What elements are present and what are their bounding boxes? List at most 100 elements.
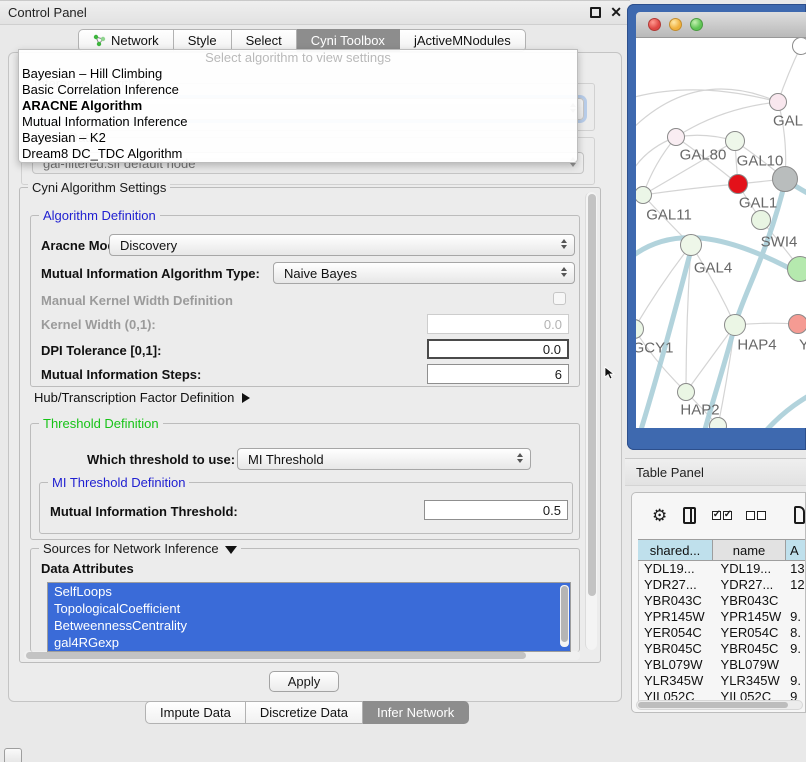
algorithm-option[interactable]: ARACNE Algorithm xyxy=(19,98,577,114)
mi-algorithm-type-combobox[interactable]: Naive Bayes xyxy=(273,262,575,284)
data-attributes-list[interactable]: SelfLoopsTopologicalCoefficientBetweenne… xyxy=(47,582,571,652)
tab-discretize-data[interactable]: Discretize Data xyxy=(246,701,363,724)
close-panel-icon[interactable]: ✕ xyxy=(610,7,622,18)
column-header-shared-name[interactable]: shared... xyxy=(638,540,713,560)
network-window-titlebar[interactable] xyxy=(636,12,806,38)
aracne-mode-combobox[interactable]: Discovery xyxy=(109,234,575,256)
network-view-window: GALGAL80GAL10GAL1GAL11SWI4GAL4GCY1HAP4YH… xyxy=(627,4,806,450)
node-label: SWI4 xyxy=(761,234,798,251)
table-row[interactable]: YDR27...YDR27...12 xyxy=(639,577,806,593)
network-node[interactable] xyxy=(787,256,806,282)
algorithm-option[interactable]: Bayesian – Hill Climbing xyxy=(19,66,577,82)
network-tab-icon xyxy=(93,34,106,47)
network-canvas[interactable]: GALGAL80GAL10GAL1GAL11SWI4GAL4GCY1HAP4YH… xyxy=(636,38,806,428)
collapse-arrow-icon xyxy=(225,546,237,554)
mi-threshold-field[interactable]: 0.5 xyxy=(424,500,568,520)
control-panel-title: Control Panel xyxy=(8,5,87,20)
mi-threshold-definition-group: MI Threshold Definition Mutual Informati… xyxy=(39,482,573,534)
attributes-scrollbar[interactable] xyxy=(560,585,569,647)
table-row[interactable]: YDL19...YDL19...13 xyxy=(639,561,806,577)
table-body[interactable]: YDL19...YDL19...13YDR27...YDR27...12YBR0… xyxy=(638,561,806,701)
network-node-hap2[interactable] xyxy=(677,383,695,401)
hub-transcription-expander[interactable]: Hub/Transcription Factor Definition xyxy=(34,390,250,405)
algorithm-option[interactable]: Bayesian – K2 xyxy=(19,130,577,146)
dpi-tolerance-field[interactable]: 0.0 xyxy=(427,339,569,359)
network-node[interactable] xyxy=(709,417,727,428)
tab-network-label: Network xyxy=(111,33,159,48)
close-window-icon[interactable] xyxy=(648,18,661,31)
mi-steps-field[interactable]: 6 xyxy=(427,364,569,384)
table-panel-window: ⚙ shared... name A YDL19...YDL19...13YDR… xyxy=(631,492,806,713)
table-row[interactable]: YBR043CYBR043C xyxy=(639,593,806,609)
node-label: GAL1 xyxy=(739,195,777,212)
algorithm-dropdown-popup: Select algorithm to view settings Bayesi… xyxy=(18,49,578,163)
table-cell: YBL079W xyxy=(639,657,714,673)
algorithm-option[interactable]: Dream8 DC_TDC Algorithm xyxy=(19,146,577,162)
minimize-window-icon[interactable] xyxy=(669,18,682,31)
document-icon[interactable] xyxy=(794,506,805,524)
manual-kernel-width-checkbox[interactable] xyxy=(553,292,566,305)
column-header-partial[interactable]: A xyxy=(786,540,806,560)
table-toolbar: ⚙ xyxy=(632,501,805,529)
network-node-gal10[interactable] xyxy=(725,131,745,151)
table-cell: YBR045C xyxy=(714,641,787,657)
tab-infer-network[interactable]: Infer Network xyxy=(363,701,469,724)
select-all-columns-icon[interactable] xyxy=(712,511,732,520)
attribute-item[interactable]: gal4RGexp xyxy=(48,634,570,651)
table-cell: YPR145W xyxy=(714,609,787,625)
control-panel-titlebar: Control Panel ✕ xyxy=(0,1,630,25)
settings-horizontal-scrollbar[interactable] xyxy=(24,651,580,660)
table-row[interactable]: YPR145WYPR145W9. xyxy=(639,609,806,625)
settings-vertical-scrollbar[interactable] xyxy=(585,192,597,650)
table-horizontal-scrollbar[interactable] xyxy=(636,700,803,710)
columns-icon[interactable] xyxy=(683,507,696,524)
gear-icon[interactable]: ⚙ xyxy=(652,507,667,524)
control-panel-window: Control Panel ✕ Network Style Select Cyn… xyxy=(0,0,630,728)
mi-steps-label: Mutual Information Steps: xyxy=(41,367,201,382)
table-row[interactable]: YBL079WYBL079W xyxy=(639,657,806,673)
algorithm-option[interactable]: Mutual Information Inference xyxy=(19,114,577,130)
mi-algorithm-type-label: Mutual Information Algorithm Type: xyxy=(41,266,260,281)
threshold-definition-group: Threshold Definition Which threshold to … xyxy=(30,423,580,540)
float-window-icon[interactable] xyxy=(590,7,601,18)
network-node-gal80[interactable] xyxy=(667,128,685,146)
node-label: Y xyxy=(799,337,806,354)
table-row[interactable]: YER054CYER054C8. xyxy=(639,625,806,641)
zoom-window-icon[interactable] xyxy=(690,18,703,31)
network-node-y[interactable] xyxy=(788,314,806,334)
network-node[interactable] xyxy=(792,38,806,55)
table-cell: YDR27... xyxy=(639,577,714,593)
cyni-bottom-tabs: Impute Data Discretize Data Infer Networ… xyxy=(145,701,469,724)
mi-threshold-label: Mutual Information Threshold: xyxy=(50,504,238,519)
table-cell: YBL079W xyxy=(714,657,787,673)
algorithm-option[interactable]: Basic Correlation Inference xyxy=(19,82,577,98)
data-attributes-label: Data Attributes xyxy=(41,561,134,576)
table-cell: 8. xyxy=(786,625,806,641)
table-cell: 12 xyxy=(786,577,806,593)
table-row[interactable]: YLR345WYLR345W9. xyxy=(639,673,806,689)
tab-impute-data[interactable]: Impute Data xyxy=(145,701,246,724)
network-node-gal4[interactable] xyxy=(680,234,702,256)
table-cell: YER054C xyxy=(714,625,787,641)
mouse-cursor xyxy=(604,366,616,380)
which-threshold-combobox[interactable]: MI Threshold xyxy=(237,448,531,470)
apply-button[interactable]: Apply xyxy=(269,671,339,692)
network-node-gal[interactable] xyxy=(769,93,787,111)
attribute-item[interactable]: TopologicalCoefficient xyxy=(48,600,570,617)
table-cell: YER054C xyxy=(639,625,714,641)
table-cell: 9. xyxy=(786,641,806,657)
node-label: HAP2 xyxy=(680,402,719,419)
panel-undock-button[interactable] xyxy=(4,748,22,762)
attribute-item[interactable]: BetweennessCentrality xyxy=(48,617,570,634)
network-node-swi4[interactable] xyxy=(751,210,771,230)
kernel-width-label: Kernel Width (0,1): xyxy=(41,317,156,332)
network-node[interactable] xyxy=(772,166,798,192)
attribute-item[interactable]: SelfLoops xyxy=(48,583,570,600)
kernel-width-field[interactable]: 0.0 xyxy=(427,314,569,334)
network-node-gal1[interactable] xyxy=(728,174,748,194)
deselect-all-columns-icon[interactable] xyxy=(746,511,766,520)
table-row[interactable]: YBR045CYBR045C9. xyxy=(639,641,806,657)
column-header-name[interactable]: name xyxy=(713,540,786,560)
network-node-hap4[interactable] xyxy=(724,314,746,336)
desktop: Control Panel ✕ Network Style Select Cyn… xyxy=(0,0,806,762)
